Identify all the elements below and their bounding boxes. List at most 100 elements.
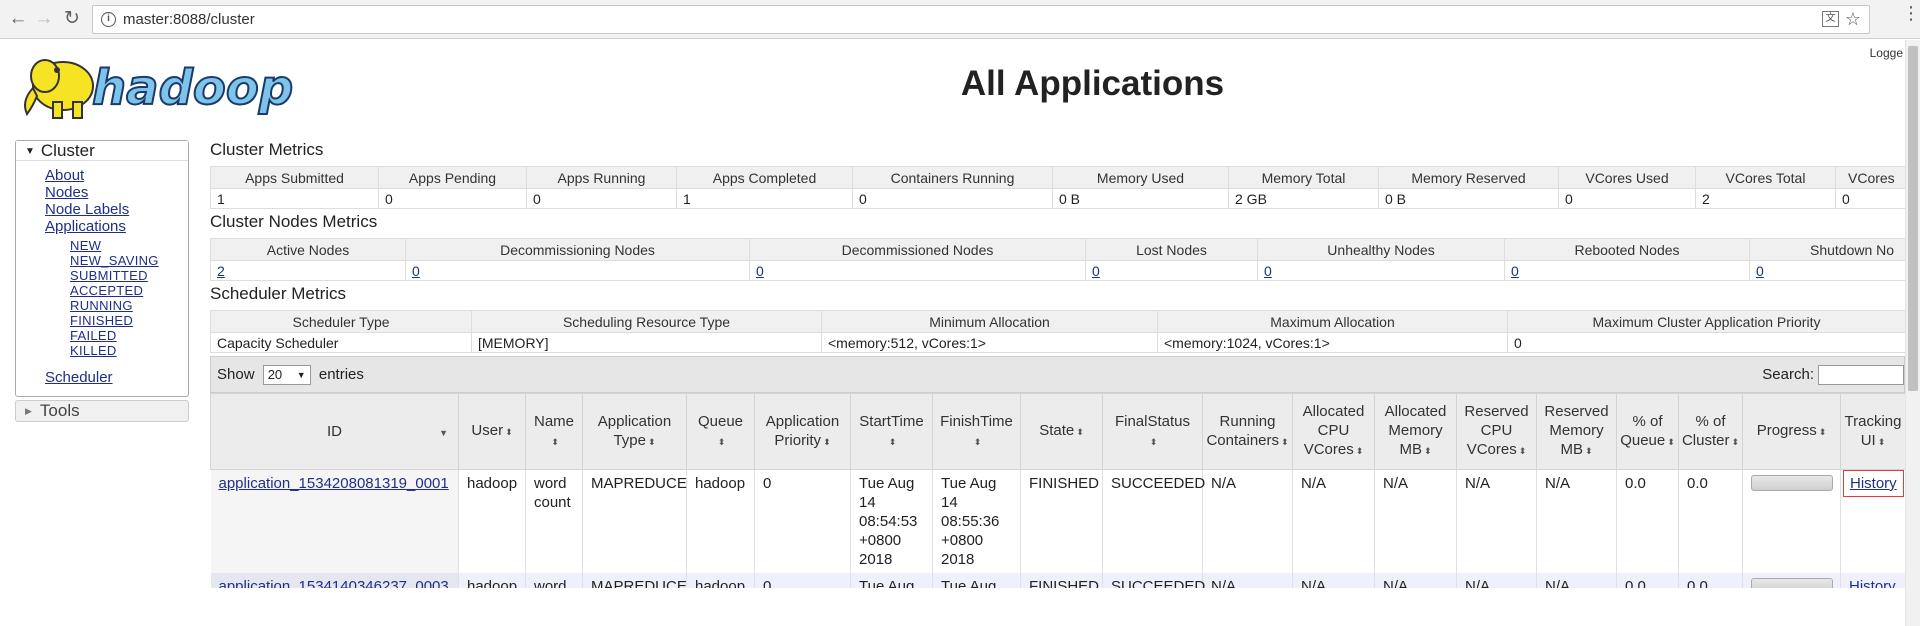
column-header-res-vcores[interactable]: Reserved CPU VCores ⬍ [1456, 393, 1537, 470]
metric-header: VCores Total [1695, 166, 1836, 189]
column-header-start-time[interactable]: StartTime ⬍ [850, 393, 933, 470]
sort-icon: ⬍ [888, 436, 897, 447]
search-input[interactable] [1818, 365, 1904, 386]
table-header-row: ID ▼ User ⬍ Name ⬍ Application Type ⬍ Queue ⬍… [210, 393, 1905, 470]
column-header-running-containers[interactable]: Running Containers ⬍ [1202, 393, 1293, 470]
history-link[interactable]: History [1849, 578, 1896, 588]
column-header-final-status[interactable]: FinalStatus ⬍ [1102, 393, 1203, 470]
nav-state-accepted[interactable]: ACCEPTED [70, 283, 159, 298]
metric-header: Memory Reserved [1378, 166, 1559, 189]
sort-icon: ⬍ [1355, 446, 1364, 456]
back-arrow-icon[interactable]: ← [6, 7, 30, 31]
cell-start-time: Tue Aug 14 08:52:55 [850, 573, 933, 588]
sort-icon: ⬍ [1584, 446, 1593, 456]
cell-alloc-mem: N/A [1374, 469, 1457, 573]
history-link[interactable]: History [1850, 475, 1897, 492]
column-header-name[interactable]: Name ⬍ [525, 393, 583, 470]
vertical-scrollbar[interactable] [1905, 40, 1920, 626]
decommissioned-nodes-link[interactable]: 0 [756, 263, 764, 279]
nav-state-killed[interactable]: KILLED [70, 343, 159, 358]
metric-header: Apps Running [526, 166, 677, 189]
nav-state-finished[interactable]: FINISHED [70, 313, 159, 328]
page-title: All Applications [960, 64, 1225, 103]
browser-toolbar: ← → ↻ i master:8088/cluster 文 ☆ ⋮ [0, 0, 1920, 39]
nav-link-node-labels[interactable]: Node Labels [45, 201, 129, 218]
translate-icon[interactable]: 文 [1822, 11, 1839, 27]
tools-accordion-header[interactable]: ▶ Tools [15, 400, 189, 422]
metric-header: Active Nodes [210, 238, 406, 261]
nodes-metrics-title: Cluster Nodes Metrics [210, 212, 378, 231]
column-label: State [1039, 422, 1075, 439]
nodes-metrics-table: Active Nodes Decommissioning Nodes Decom… [210, 238, 1906, 281]
column-header-tracking-ui[interactable]: Tracking UI ⬍ [1840, 393, 1905, 470]
column-header-state[interactable]: State ⬍ [1020, 393, 1103, 470]
metric-value: 2 [1695, 188, 1836, 209]
cell-priority: 0 [754, 469, 851, 573]
nav-state-new-saving[interactable]: NEW_SAVING [70, 253, 159, 268]
bookmark-star-icon[interactable]: ☆ [1845, 6, 1861, 33]
column-header-queue[interactable]: Queue ⬍ [686, 393, 755, 470]
metric-value: <memory:1024, vCores:1> [1157, 332, 1508, 353]
cluster-links: About Nodes Node Labels Applications [45, 167, 129, 235]
info-icon[interactable]: i [101, 12, 116, 27]
column-header-finish-time[interactable]: FinishTime ⬍ [932, 393, 1021, 470]
cell-start-time: Tue Aug 14 08:54:53 +0800 2018 [850, 469, 933, 573]
dropdown-arrow-icon: ▼ [296, 370, 306, 381]
cell-finish-time: Tue Aug 14 08:55:36 +0800 2018 [932, 469, 1021, 573]
metric-header: Shutdown No [1749, 238, 1906, 261]
table-row: application_1534208081319_0001 hadoop wo… [210, 469, 1905, 573]
metric-value: 0 [852, 188, 1053, 209]
search-area: Search: [1762, 357, 1904, 392]
column-header-id[interactable]: ID ▼ [210, 393, 459, 470]
nav-state-failed[interactable]: FAILED [70, 328, 159, 343]
column-header-progress[interactable]: Progress ⬍ [1742, 393, 1841, 470]
scheduler-metrics-header-row: Scheduler Type Scheduling Resource Type … [210, 310, 1906, 333]
column-header-alloc-vcores[interactable]: Allocated CPU VCores ⬍ [1292, 393, 1375, 470]
column-header-res-mem[interactable]: Reserved Memory MB ⬍ [1536, 393, 1617, 470]
cell-name: word count [525, 469, 583, 573]
column-header-alloc-mem[interactable]: Allocated Memory MB ⬍ [1374, 393, 1457, 470]
nav-link-applications[interactable]: Applications [45, 218, 129, 235]
cluster-accordion-header[interactable]: ▼ Cluster [16, 141, 188, 161]
cell-state: FINISHED [1020, 469, 1103, 573]
cluster-metrics-title: Cluster Metrics [210, 140, 324, 159]
scheduler-metrics-title: Scheduler Metrics [210, 284, 347, 303]
decommissioning-nodes-link[interactable]: 0 [412, 263, 420, 279]
column-header-pct-cluster[interactable]: % of Cluster ⬍ [1678, 393, 1743, 470]
nav-state-running[interactable]: RUNNING [70, 298, 159, 313]
cell-alloc-vcores: N/A [1292, 469, 1375, 573]
cell-pct-queue: 0.0 [1616, 573, 1679, 588]
application-id-link[interactable]: application_1534140346237_0003 [219, 578, 449, 588]
cell-type: MAPREDUCE [582, 573, 687, 588]
column-header-pct-queue[interactable]: % of Queue ⬍ [1616, 393, 1679, 470]
rebooted-nodes-link[interactable]: 0 [1511, 263, 1519, 279]
cluster-metrics-table: Apps Submitted Apps Pending Apps Running… [210, 166, 1906, 209]
nav-link-nodes[interactable]: Nodes [45, 184, 129, 201]
cell-pct-cluster: 0.0 [1678, 573, 1743, 588]
address-bar[interactable]: i master:8088/cluster 文 ☆ [92, 5, 1870, 34]
metric-value: 0 [1835, 188, 1906, 209]
metric-header: Minimum Allocation [821, 310, 1158, 333]
lost-nodes-link[interactable]: 0 [1092, 263, 1100, 279]
metric-value: [MEMORY] [471, 332, 822, 353]
nav-link-scheduler[interactable]: Scheduler [45, 369, 113, 386]
reload-icon[interactable]: ↻ [60, 7, 84, 31]
application-id-link[interactable]: application_1534208081319_0001 [219, 475, 449, 492]
cell-state: FINISHED [1020, 573, 1103, 588]
nav-state-new[interactable]: NEW [70, 238, 159, 253]
browser-menu-icon[interactable]: ⋮ [1902, 4, 1920, 22]
scrollbar-thumb[interactable] [1908, 46, 1918, 391]
cell-progress [1742, 573, 1841, 588]
active-nodes-link[interactable]: 2 [217, 263, 225, 279]
column-header-priority[interactable]: Application Priority ⬍ [754, 393, 851, 470]
column-header-user[interactable]: User ⬍ [458, 393, 526, 470]
forward-arrow-icon[interactable]: → [32, 7, 56, 31]
cell-user: hadoop [458, 469, 526, 573]
page-size-select[interactable]: 20 ▼ [262, 365, 311, 386]
unhealthy-nodes-link[interactable]: 0 [1264, 263, 1272, 279]
nav-state-submitted[interactable]: SUBMITTED [70, 268, 159, 283]
triangle-down-icon: ▼ [25, 146, 35, 157]
shutdown-nodes-link[interactable]: 0 [1756, 263, 1764, 279]
nav-link-about[interactable]: About [45, 167, 129, 184]
column-header-app-type[interactable]: Application Type ⬍ [582, 393, 687, 470]
